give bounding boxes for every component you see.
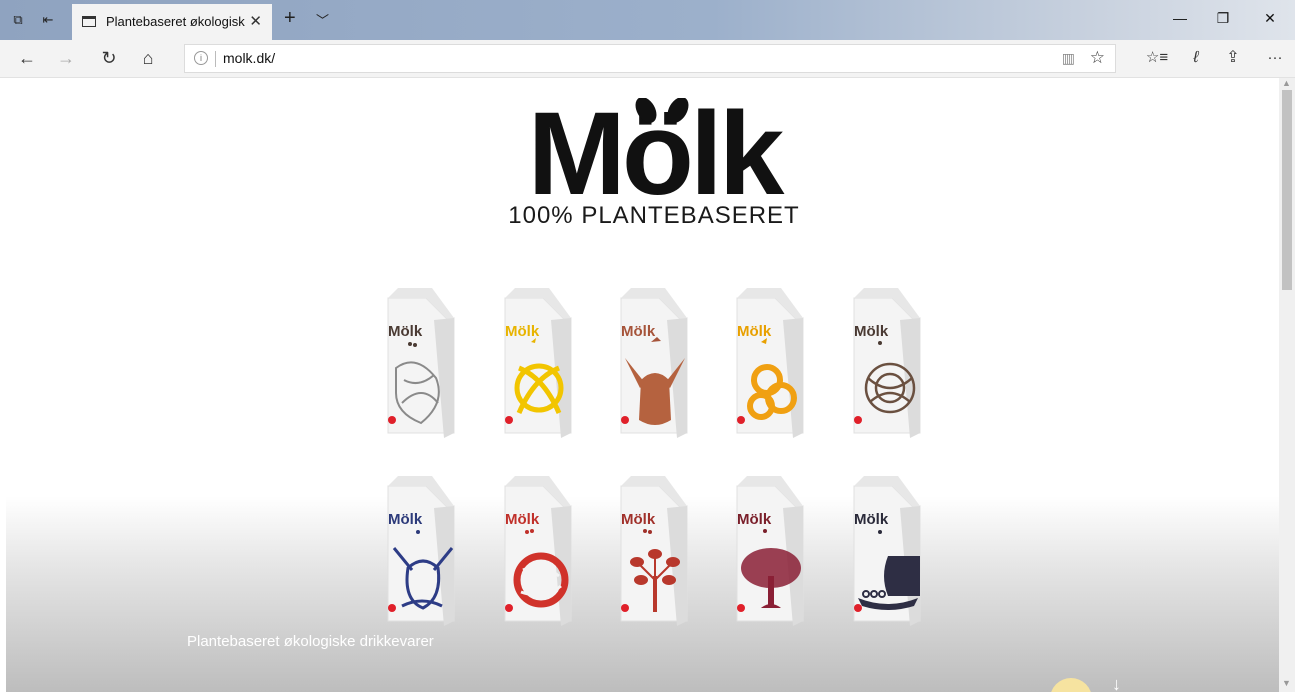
set-aside-tabs-icon[interactable]: ⇤	[40, 12, 56, 28]
new-tab-button[interactable]: +	[284, 8, 296, 28]
favorite-star-icon[interactable]: ☆	[1090, 48, 1105, 68]
address-separator	[215, 51, 216, 67]
scroll-up-icon[interactable]: ▲	[1282, 78, 1291, 88]
carton-10[interactable]: Mölk	[848, 476, 926, 626]
favorites-hub-icon[interactable]: ☆≡	[1144, 47, 1170, 69]
close-window-button[interactable]: ✕	[1255, 10, 1285, 27]
refresh-button[interactable]: ↻	[96, 47, 122, 69]
address-bar[interactable]: i molk.dk/ ▥ ☆	[184, 44, 1116, 73]
svg-text:Mölk: Mölk	[737, 323, 772, 340]
svg-text:Mölk: Mölk	[388, 323, 423, 340]
minimize-button[interactable]: —	[1165, 10, 1195, 26]
scroll-down-icon[interactable]: ▼	[1282, 678, 1291, 688]
svg-text:Mölk: Mölk	[505, 323, 540, 340]
carton-9[interactable]: Mölk	[731, 476, 809, 626]
title-bar: ⧉ ⇤ Plantebaseret økologisk ✕ + ﹀ — ❐ ✕	[0, 0, 1295, 40]
carton-7[interactable]: Mölk	[499, 476, 577, 626]
svg-text:Mölk: Mölk	[621, 323, 656, 340]
scroll-down-arrow-icon[interactable]: ↓	[1112, 674, 1121, 692]
tab-actions-icon[interactable]: ⧉	[10, 12, 26, 28]
share-icon[interactable]: ⇪	[1220, 47, 1246, 69]
page-icon	[82, 16, 96, 27]
carton-6[interactable]: Mölk	[382, 476, 460, 626]
carton-4[interactable]: Mölk	[731, 288, 809, 438]
scrollbar-thumb[interactable]	[1282, 90, 1292, 290]
restore-button[interactable]: ❐	[1208, 10, 1238, 27]
navigation-bar: ← → ↻ ⌂ i molk.dk/ ▥ ☆ ☆≡ ℓ ⇪ ···	[0, 40, 1295, 78]
svg-text:Mölk: Mölk	[737, 511, 772, 528]
web-notes-pen-icon[interactable]: ℓ	[1183, 47, 1209, 69]
svg-text:Mölk: Mölk	[854, 511, 889, 528]
close-tab-icon[interactable]: ✕	[249, 12, 262, 30]
vertical-scrollbar[interactable]: ▲ ▼	[1279, 78, 1295, 692]
hero-subtitle: Plantebaseret økologiske drikkevarer	[187, 633, 434, 650]
tab-title: Plantebaseret økologisk	[106, 14, 245, 29]
carton-5[interactable]: Mölk	[848, 288, 926, 438]
home-button[interactable]: ⌂	[135, 47, 161, 69]
more-menu-icon[interactable]: ···	[1262, 47, 1288, 69]
svg-text:Mölk: Mölk	[621, 511, 656, 528]
tab-active[interactable]: Plantebaseret økologisk ✕	[72, 4, 272, 40]
carton-8[interactable]: Mölk	[615, 476, 693, 626]
forward-button[interactable]: →	[53, 47, 79, 69]
carton-1[interactable]: Mölk	[382, 288, 460, 438]
svg-text:Mölk: Mölk	[505, 511, 540, 528]
tagline: 100% PLANTEBASERET	[508, 202, 800, 229]
url-text[interactable]: molk.dk/	[223, 50, 275, 66]
web-page: Mölk 100% PLANTEBASERET Mölk Mölk Mölk M…	[0, 78, 1279, 692]
carton-3[interactable]: Mölk	[615, 288, 693, 438]
svg-text:Mölk: Mölk	[854, 323, 889, 340]
carton-2[interactable]: Mölk	[499, 288, 577, 438]
back-button[interactable]: ←	[14, 47, 40, 69]
svg-text:Mölk: Mölk	[388, 511, 423, 528]
tab-preview-chevron-icon[interactable]: ﹀	[316, 10, 329, 29]
molk-logo: Mölk	[528, 98, 789, 198]
site-info-icon[interactable]: i	[194, 51, 208, 65]
reading-view-icon[interactable]: ▥	[1062, 50, 1075, 67]
